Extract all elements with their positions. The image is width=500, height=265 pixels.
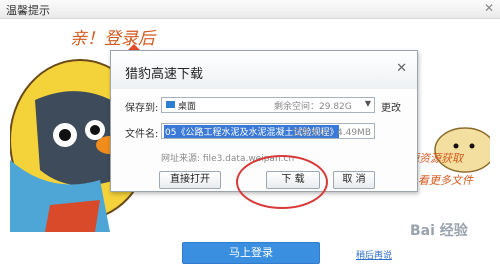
- save-location-select[interactable]: 桌面 剩余空间：29.82G ▼: [161, 97, 375, 113]
- open-directly-button[interactable]: 直接打开: [159, 171, 221, 189]
- file-name-label: 文件名:: [125, 129, 159, 140]
- highlight-circle: [236, 155, 328, 209]
- desktop-folder-icon: [166, 101, 175, 108]
- outer-window-title: 温馨提示: [6, 4, 50, 17]
- right-text-2: 看更多文件: [418, 174, 473, 187]
- free-space-text: 剩余空间：29.82G: [274, 102, 352, 112]
- dialog-close-icon[interactable]: ✕: [396, 61, 407, 76]
- watermark-text: Bai 经验: [410, 223, 468, 239]
- login-now-button[interactable]: 马上登录: [182, 242, 320, 264]
- greeting-text: 亲！登录后: [70, 29, 155, 49]
- later-link[interactable]: 稍后再说: [356, 248, 392, 261]
- chevron-down-icon[interactable]: ▼: [365, 99, 371, 108]
- file-name-field[interactable]: 05《公路工程水泥及水泥混凝土试验规程》 文件大小：4.49MB: [161, 123, 375, 139]
- outer-window-titlebar: 温馨提示 ✕: [0, 0, 500, 19]
- save-path-value: 桌面: [178, 102, 197, 112]
- save-to-label: 保存到:: [125, 103, 159, 114]
- file-size-text: 文件大小：4.49MB: [292, 128, 371, 138]
- dialog-title: 猎豹高速下载: [125, 67, 204, 82]
- cancel-button[interactable]: 取 消: [333, 171, 375, 189]
- dialog-titlebar: 猎豹高速下载 ✕: [111, 51, 417, 89]
- outer-close-icon[interactable]: ✕: [484, 1, 494, 15]
- change-location-link[interactable]: 更改: [381, 99, 401, 114]
